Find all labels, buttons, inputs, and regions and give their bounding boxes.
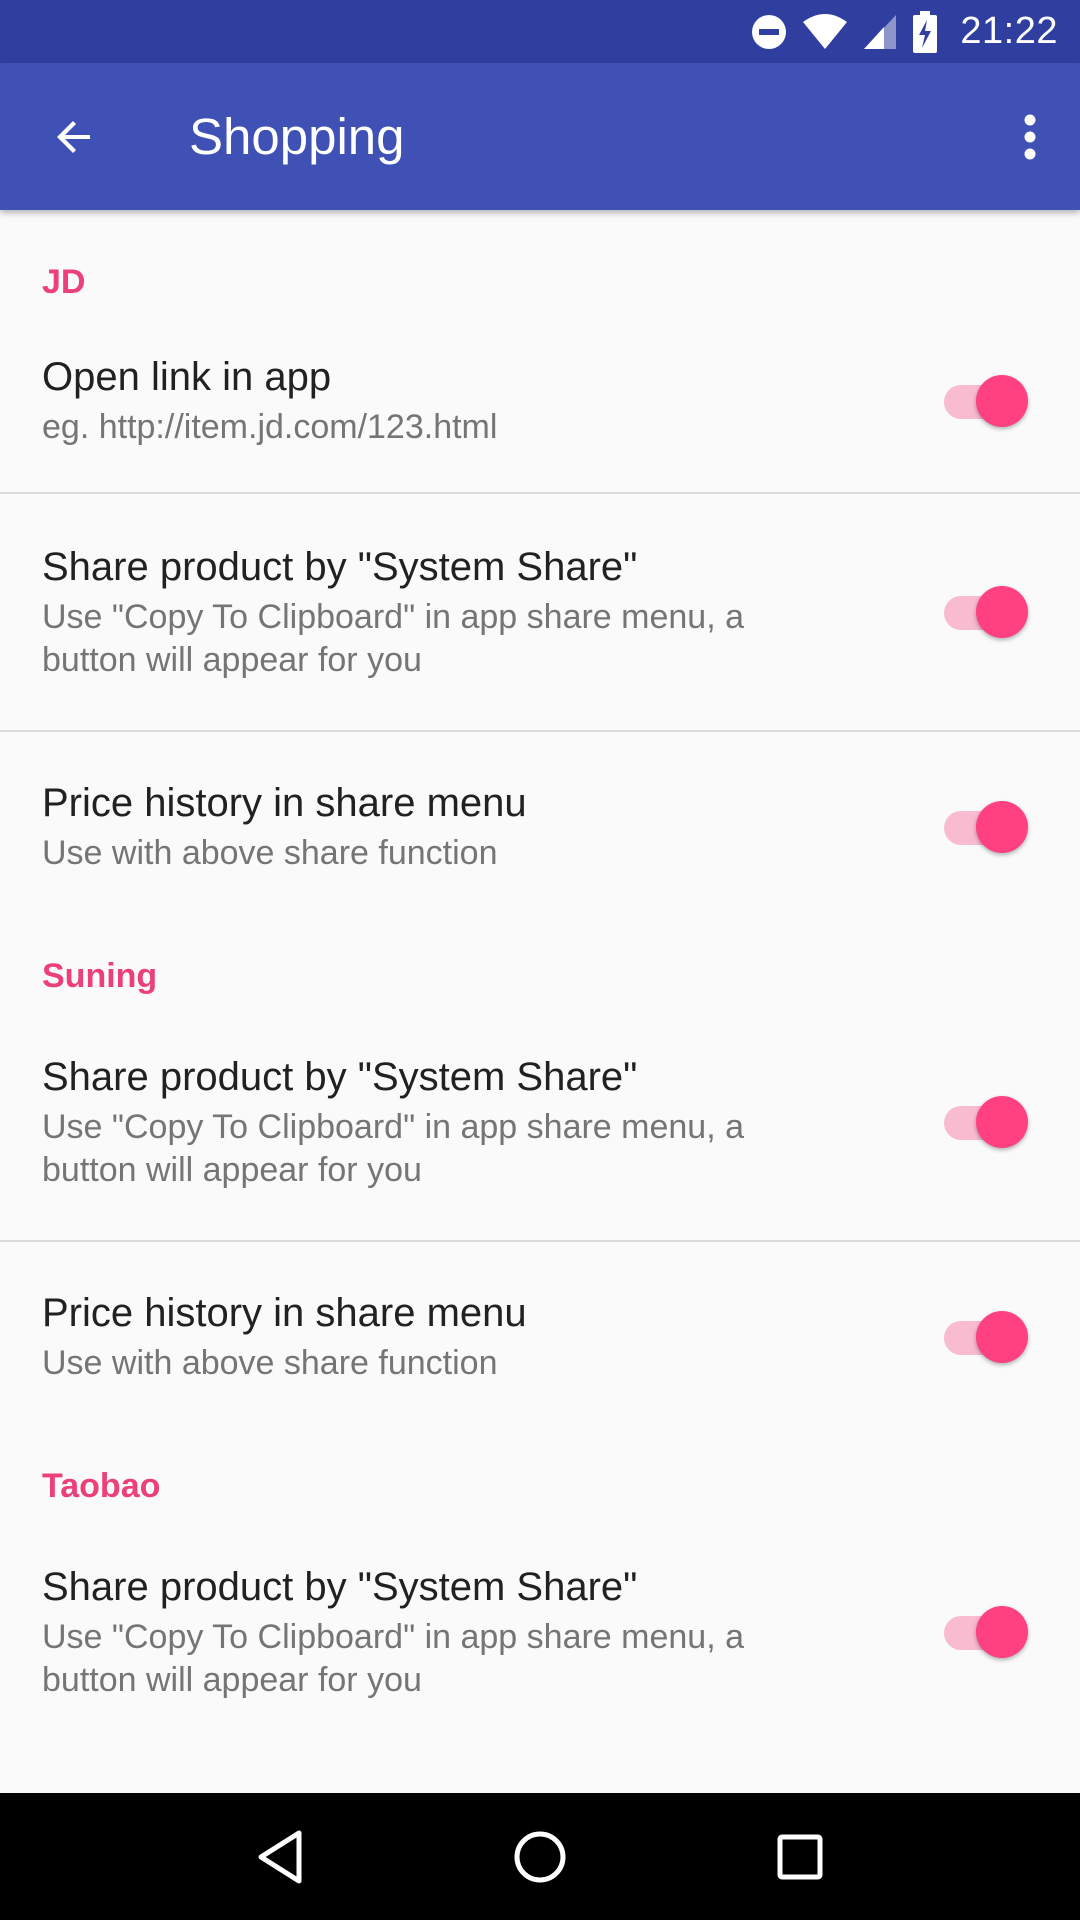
navigation-bar (0, 1793, 1080, 1920)
nav-recents-button[interactable] (755, 1812, 845, 1902)
pref-summary: Use "Copy To Clipboard" in app share men… (42, 597, 745, 679)
pref-summary: Use with above share function (42, 1344, 498, 1382)
cellular-signal-icon (862, 13, 898, 51)
pref-summary: Use with above share function (42, 834, 498, 872)
pref-title: Open link in app (42, 355, 332, 399)
battery-charging-icon (912, 10, 938, 53)
pref-jd-open-link[interactable]: Open link in app eg. http://item.jd.com/… (0, 310, 1080, 492)
pref-title: Share product by "System Share" (42, 1564, 638, 1609)
toggle-switch[interactable] (944, 799, 1028, 855)
toggle-switch[interactable] (944, 1094, 1028, 1150)
toggle-switch[interactable] (944, 1604, 1028, 1660)
nav-home-icon (514, 1831, 566, 1882)
back-button[interactable] (42, 105, 106, 169)
pref-jd-system-share[interactable]: Share product by "System Share" Use "Cop… (0, 494, 1080, 730)
category-header-suning: Suning (42, 957, 158, 995)
status-time: 21:22 (960, 10, 1058, 52)
status-bar: 21:22 (0, 0, 1080, 63)
pref-title: Price history in share menu (42, 781, 527, 825)
pref-taobao-system-share[interactable]: Share product by "System Share" Use "Cop… (0, 1514, 1080, 1750)
pref-summary: Use "Copy To Clipboard" in app share men… (42, 1617, 745, 1699)
app-bar: Shopping (0, 63, 1080, 210)
nav-home-button[interactable] (495, 1812, 585, 1902)
pref-jd-price-history[interactable]: Price history in share menu Use with abo… (0, 732, 1080, 922)
page-title: Shopping (189, 108, 405, 165)
more-options-button[interactable] (998, 105, 1062, 169)
category-header-taobao: Taobao (42, 1467, 161, 1505)
toggle-switch[interactable] (944, 373, 1028, 429)
pref-summary: Use "Copy To Clipboard" in app share men… (42, 1107, 745, 1189)
toggle-switch[interactable] (944, 584, 1028, 640)
nav-recents-icon (777, 1834, 823, 1879)
pref-title: Share product by "System Share" (42, 1054, 638, 1099)
arrow-back-icon (57, 121, 90, 153)
wifi-icon (802, 13, 848, 51)
more-vert-icon (1024, 114, 1036, 160)
do-not-disturb-icon (750, 13, 788, 51)
pref-title: Share product by "System Share" (42, 544, 638, 589)
pref-summary: eg. http://item.jd.com/123.html (42, 408, 498, 446)
pref-title: Price history in share menu (42, 1291, 527, 1335)
toggle-switch[interactable] (944, 1309, 1028, 1365)
pref-suning-price-history[interactable]: Price history in share menu Use with abo… (0, 1242, 1080, 1432)
nav-back-icon (258, 1830, 302, 1883)
preferences-list[interactable]: JD Open link in app eg. http://item.jd.c… (0, 210, 1080, 1793)
category-header-jd: JD (42, 263, 86, 301)
nav-back-button[interactable] (235, 1812, 325, 1902)
pref-suning-system-share[interactable]: Share product by "System Share" Use "Cop… (0, 1004, 1080, 1240)
